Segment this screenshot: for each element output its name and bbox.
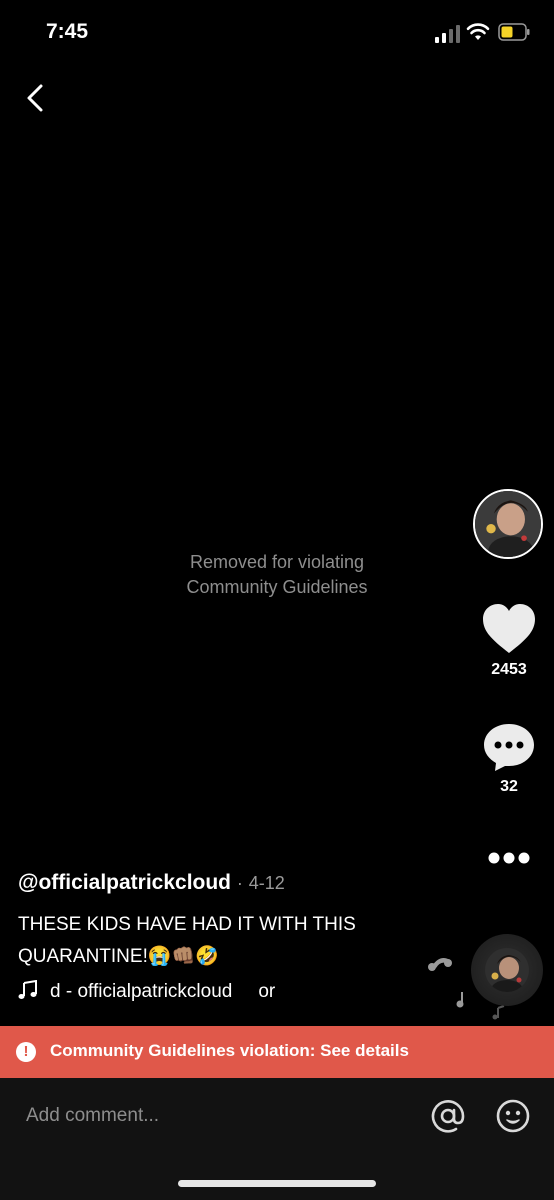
home-indicator [178,1180,376,1187]
status-time: 7:45 [46,20,89,43]
avatar-image [475,491,541,557]
status-bar: 7:45 [0,0,554,70]
battery-icon [498,23,530,41]
warning-icon [16,1042,36,1062]
more-dots-icon [488,852,530,864]
comment-input[interactable] [24,1100,408,1132]
at-sign-icon [431,1100,465,1133]
heart-icon [483,604,535,653]
comment-action[interactable]: 32 [474,722,544,796]
emoji-face-icon [496,1099,530,1133]
comment-count: 32 [500,778,518,795]
wifi-icon [466,23,490,40]
more-options-button[interactable] [486,845,532,871]
comment-bar [0,1078,554,1200]
music-title: d - officialpatrickcloud [50,981,233,1002]
signal-icon [435,25,460,43]
removed-message-line-1: Removed for violating [189,552,365,572]
creator-username[interactable]: @officialpatrickcloud [18,871,231,894]
post-date: 4-12 [248,873,285,893]
removed-message-line-2: Community Guidelines [186,577,368,597]
like-count: 2453 [491,661,527,678]
music-disc-thumbnail [485,948,529,992]
like-action[interactable]: 2453 [474,603,544,679]
removed-video-message: Removed for violating Community Guidelin… [0,550,554,600]
violation-banner-text: Community Guidelines violation: See deta… [50,1041,409,1060]
music-note-icon [18,980,37,999]
creator-avatar[interactable] [473,489,543,559]
mention-button[interactable] [430,1098,466,1134]
caption-header: @officialpatrickcloud · 4-12 [18,871,285,895]
music-info[interactable]: d - officialpatrickcloud or [18,980,275,1003]
violation-banner[interactable]: Community Guidelines violation: See deta… [0,1026,554,1078]
back-button[interactable] [16,78,56,118]
chevron-left-icon [27,84,43,112]
music-title-trailing: or [258,981,276,1002]
music-disc[interactable] [471,934,543,1006]
comment-bubble-icon [484,724,534,771]
date-separator: · [236,873,243,893]
emoji-button[interactable] [495,1098,531,1134]
caption-text: THESE KIDS HAVE HAD IT WITH THIS QUARANT… [18,914,356,967]
